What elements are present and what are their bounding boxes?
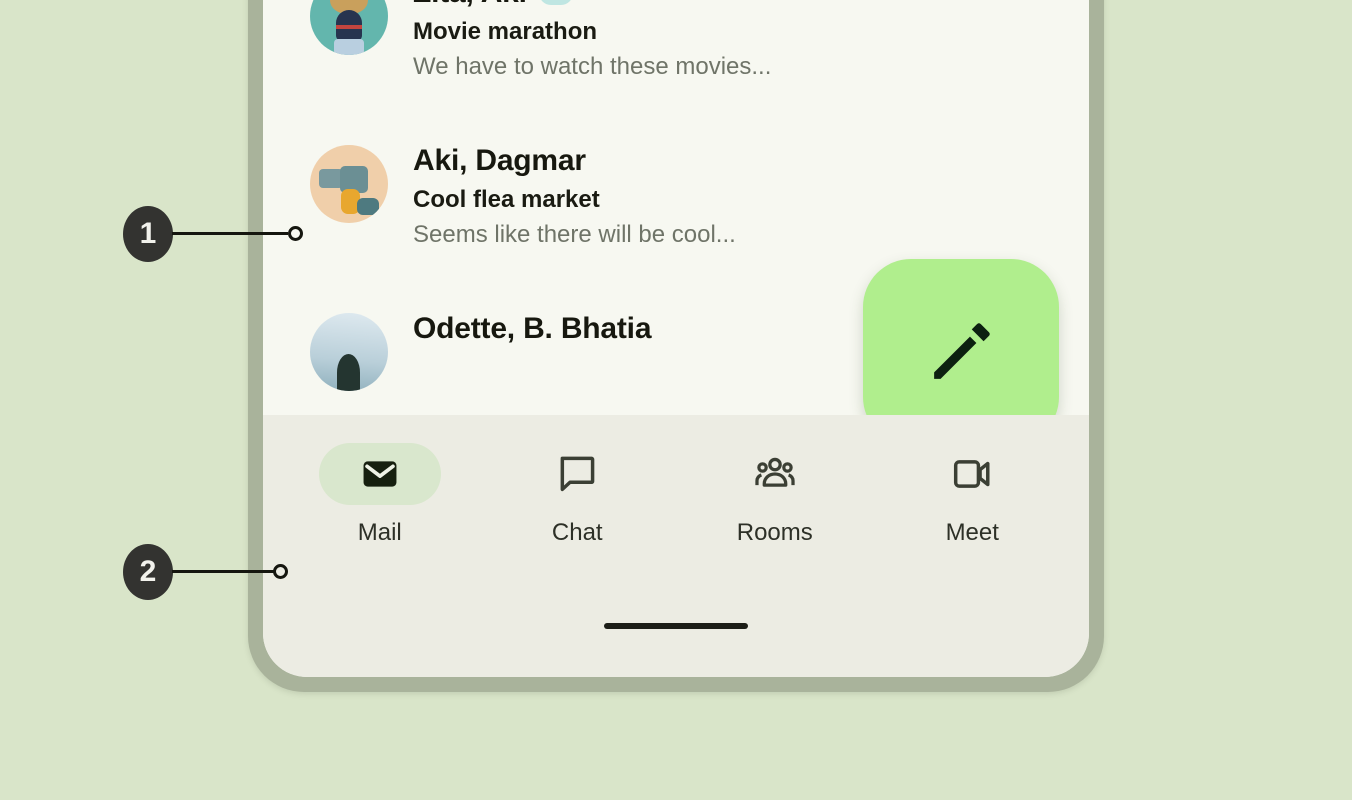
annotation-leader-line — [172, 570, 274, 573]
home-indicator — [604, 623, 748, 629]
annotation-marker-number: 2 — [123, 544, 173, 600]
avatar — [310, 0, 388, 55]
bottom-nav-rooms-tab[interactable]: Rooms — [700, 443, 850, 547]
video-camera-icon — [954, 460, 990, 488]
groups-people-icon — [755, 457, 795, 487]
pencil-compose-icon — [934, 323, 990, 379]
tab-pill — [911, 443, 1033, 505]
chat-bubble-icon — [560, 456, 595, 492]
bottom-nav-item-label: Chat — [551, 519, 603, 546]
avatar — [310, 145, 388, 223]
phone-screen: Recipes for Peanut Here are some healthy… — [263, 0, 1089, 677]
annotation-target-dot — [288, 226, 303, 241]
mail-envelope-icon — [363, 461, 397, 487]
unread-count-badge: 8 — [538, 0, 573, 5]
bottom-nav-item-label: Rooms — [736, 519, 813, 546]
tab-pill — [516, 443, 638, 505]
phone-device-frame: Recipes for Peanut Here are some healthy… — [248, 0, 1104, 692]
bottom-nav-chat-tab[interactable]: Chat — [502, 443, 652, 547]
sender-name: Zita, Aki — [413, 0, 527, 10]
message-subject: Cool flea market — [413, 186, 600, 213]
annotation-leader-line — [172, 232, 288, 235]
bottom-nav-item-label: Meet — [945, 519, 999, 546]
table-row[interactable]: Zita, Aki 8 Movie marathon We have to wa… — [263, 0, 1089, 139]
bottom-nav-meet-tab[interactable]: Meet — [897, 443, 1047, 547]
bottom-nav-item-label: Mail — [357, 519, 402, 546]
active-tab-pill — [318, 443, 441, 505]
avatar — [310, 313, 388, 391]
message-date: June 13 — [962, 0, 1047, 5]
bottom-nav-mail-tab[interactable]: Mail — [305, 443, 455, 547]
sender-name: Odette, B. Bhatia — [413, 312, 652, 345]
annotation-target-dot — [273, 564, 288, 579]
message-subject: Movie marathon — [413, 18, 598, 45]
annotation-marker-number: 1 — [123, 206, 173, 262]
bottom-navigation-bar[interactable]: Mail Chat Rooms Meet — [263, 415, 1089, 677]
message-snippet: Seems like there will be cool... — [413, 221, 736, 248]
tab-pill — [714, 443, 836, 505]
message-snippet: We have to watch these movies... — [413, 53, 772, 80]
sender-name: Aki, Dagmar — [413, 144, 586, 177]
